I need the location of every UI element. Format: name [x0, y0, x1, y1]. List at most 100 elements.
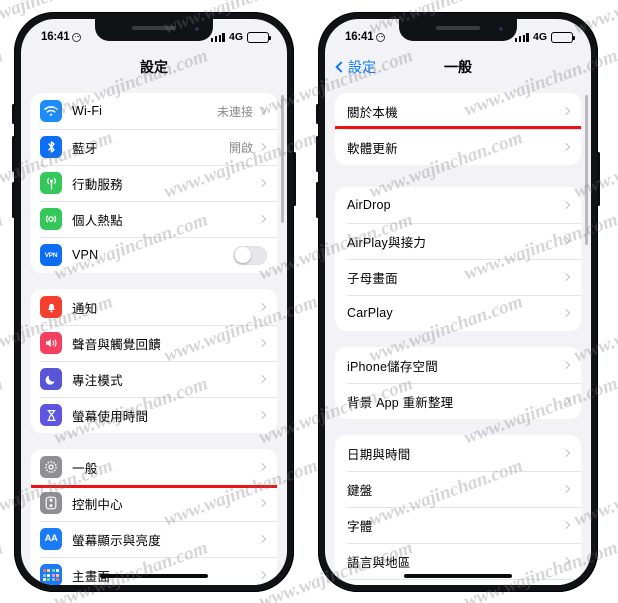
- settings-row-focus[interactable]: 專注模式: [31, 361, 277, 397]
- settings-row-screen-time[interactable]: 螢幕使用時間: [31, 397, 277, 433]
- bluetooth-icon: [40, 136, 62, 158]
- row-label: 藍牙: [72, 141, 98, 156]
- chevron-right-icon: [257, 410, 267, 420]
- settings-row-bluetooth[interactable]: 藍牙 開啟: [31, 129, 277, 165]
- general-row-picture-in-picture[interactable]: 子母畫面: [335, 259, 581, 295]
- navigation-bar: 設定: [21, 49, 287, 85]
- row-label: iPhone儲存空間: [347, 359, 438, 374]
- row-label: 語言與地區: [347, 555, 411, 570]
- power-button[interactable]: [293, 152, 296, 206]
- settings-row-vpn[interactable]: VPN VPN: [31, 237, 277, 273]
- silent-switch[interactable]: [12, 104, 15, 124]
- status-bar-right: 4G: [514, 31, 576, 43]
- scroll-indicator[interactable]: [585, 95, 588, 245]
- status-bar-left: 16:41: [41, 31, 82, 43]
- chevron-right-icon: [561, 396, 571, 406]
- silent-switch[interactable]: [316, 104, 319, 124]
- general-row-about[interactable]: 關於本機: [335, 93, 581, 129]
- notch: [95, 19, 213, 41]
- general-row-airdrop[interactable]: AirDrop: [335, 187, 581, 223]
- status-bar-left: 16:41: [345, 31, 386, 43]
- front-camera: [195, 27, 199, 31]
- settings-row-cellular[interactable]: 行動服務: [31, 165, 277, 201]
- row-label: AirDrop: [347, 198, 391, 212]
- wifi-icon: [40, 100, 62, 122]
- chevron-right-icon: [561, 236, 571, 246]
- hourglass-icon: [40, 404, 62, 426]
- phone-settings-root: 16:41 4G 設定 Wi-Fi 未連接 藍牙 開啟 行動服務 個人熱點 VP…: [12, 12, 296, 592]
- signal-bars-icon: [210, 32, 225, 42]
- settings-row-display-brightness[interactable]: AA 螢幕顯示與亮度: [31, 521, 277, 557]
- volume-down-button[interactable]: [316, 182, 319, 218]
- settings-row-home-screen[interactable]: 主畫面: [31, 557, 277, 585]
- settings-row-control-center[interactable]: 控制中心: [31, 485, 277, 521]
- chevron-right-icon: [257, 498, 267, 508]
- row-label: 軟體更新: [347, 141, 398, 156]
- earpiece-speaker: [132, 26, 176, 30]
- chevron-right-icon: [257, 338, 267, 348]
- row-label: 通知: [72, 301, 98, 316]
- settings-row-notifications[interactable]: 通知: [31, 289, 277, 325]
- general-row-date-time[interactable]: 日期與時間: [335, 435, 581, 471]
- chevron-right-icon: [257, 142, 267, 152]
- row-label: 聲音與觸覺回饋: [72, 337, 161, 352]
- back-button[interactable]: 設定: [335, 57, 376, 77]
- watermark-text: www.wajinchan.com: [0, 209, 6, 285]
- row-label: CarPlay: [347, 306, 393, 320]
- general-row-dictionary[interactable]: 辭典: [335, 579, 581, 585]
- chevron-right-icon: [257, 106, 267, 116]
- power-button[interactable]: [597, 152, 600, 206]
- battery-icon: [551, 31, 576, 43]
- focus-face-icon: [72, 32, 82, 42]
- chevron-right-icon: [257, 462, 267, 472]
- volume-down-button[interactable]: [12, 182, 15, 218]
- row-label: 個人熱點: [72, 213, 123, 228]
- settings-row-hotspot[interactable]: 個人熱點: [31, 201, 277, 237]
- screen-settings-general: 16:41 4G 設定 一般 關於本機 軟體更新 AirDrop AirPlay…: [325, 19, 591, 585]
- general-row-iphone-storage[interactable]: iPhone儲存空間: [335, 347, 581, 383]
- settings-list[interactable]: Wi-Fi 未連接 藍牙 開啟 行動服務 個人熱點 VPN VPN 通知 聲音與…: [21, 85, 287, 585]
- page-title: 設定: [140, 59, 168, 75]
- watermark-text: www.wajinchan.com: [0, 45, 6, 121]
- front-camera: [499, 27, 503, 31]
- watermark-text: www.wajinchan.com: [0, 537, 6, 603]
- chevron-right-icon: [561, 308, 571, 318]
- row-label: 關於本機: [347, 105, 398, 120]
- general-group-device: 關於本機 軟體更新: [335, 93, 581, 165]
- hotspot-icon: [40, 208, 62, 230]
- chevron-right-icon: [561, 484, 571, 494]
- network-type-label: 4G: [228, 31, 243, 43]
- general-row-software-update[interactable]: 軟體更新: [335, 129, 581, 165]
- row-label: 鍵盤: [347, 483, 373, 498]
- chevron-right-icon: [561, 448, 571, 458]
- chevron-right-icon: [561, 106, 571, 116]
- volume-up-button[interactable]: [316, 136, 319, 172]
- general-row-fonts[interactable]: 字體: [335, 507, 581, 543]
- general-row-keyboard[interactable]: 鍵盤: [335, 471, 581, 507]
- status-bar-right: 4G: [210, 31, 272, 43]
- row-label: 專注模式: [72, 373, 123, 388]
- chevron-right-icon: [257, 374, 267, 384]
- chevron-right-icon: [257, 178, 267, 188]
- general-row-airplay[interactable]: AirPlay與接力: [335, 223, 581, 259]
- row-label: 螢幕顯示與亮度: [72, 533, 161, 548]
- row-label: 子母畫面: [347, 271, 398, 286]
- row-label: 背景 App 重新整理: [347, 395, 454, 410]
- chevron-left-icon: [335, 61, 347, 73]
- chevron-right-icon: [257, 534, 267, 544]
- row-label: 日期與時間: [347, 447, 411, 462]
- settings-row-sounds[interactable]: 聲音與觸覺回饋: [31, 325, 277, 361]
- settings-group-connectivity: Wi-Fi 未連接 藍牙 開啟 行動服務 個人熱點 VPN VPN: [31, 93, 277, 273]
- vpn-toggle[interactable]: [233, 245, 267, 265]
- chevron-right-icon: [561, 272, 571, 282]
- general-row-carplay[interactable]: CarPlay: [335, 295, 581, 331]
- settings-row-general[interactable]: 一般: [31, 449, 277, 485]
- general-row-background-app-refresh[interactable]: 背景 App 重新整理: [335, 383, 581, 419]
- settings-row-wifi[interactable]: Wi-Fi 未連接: [31, 93, 277, 129]
- volume-up-button[interactable]: [12, 136, 15, 172]
- scroll-indicator[interactable]: [281, 95, 284, 223]
- home-indicator[interactable]: [404, 573, 512, 578]
- moon-icon: [40, 368, 62, 390]
- home-indicator[interactable]: [100, 573, 208, 578]
- general-list[interactable]: 關於本機 軟體更新 AirDrop AirPlay與接力 子母畫面 CarPla…: [325, 85, 591, 585]
